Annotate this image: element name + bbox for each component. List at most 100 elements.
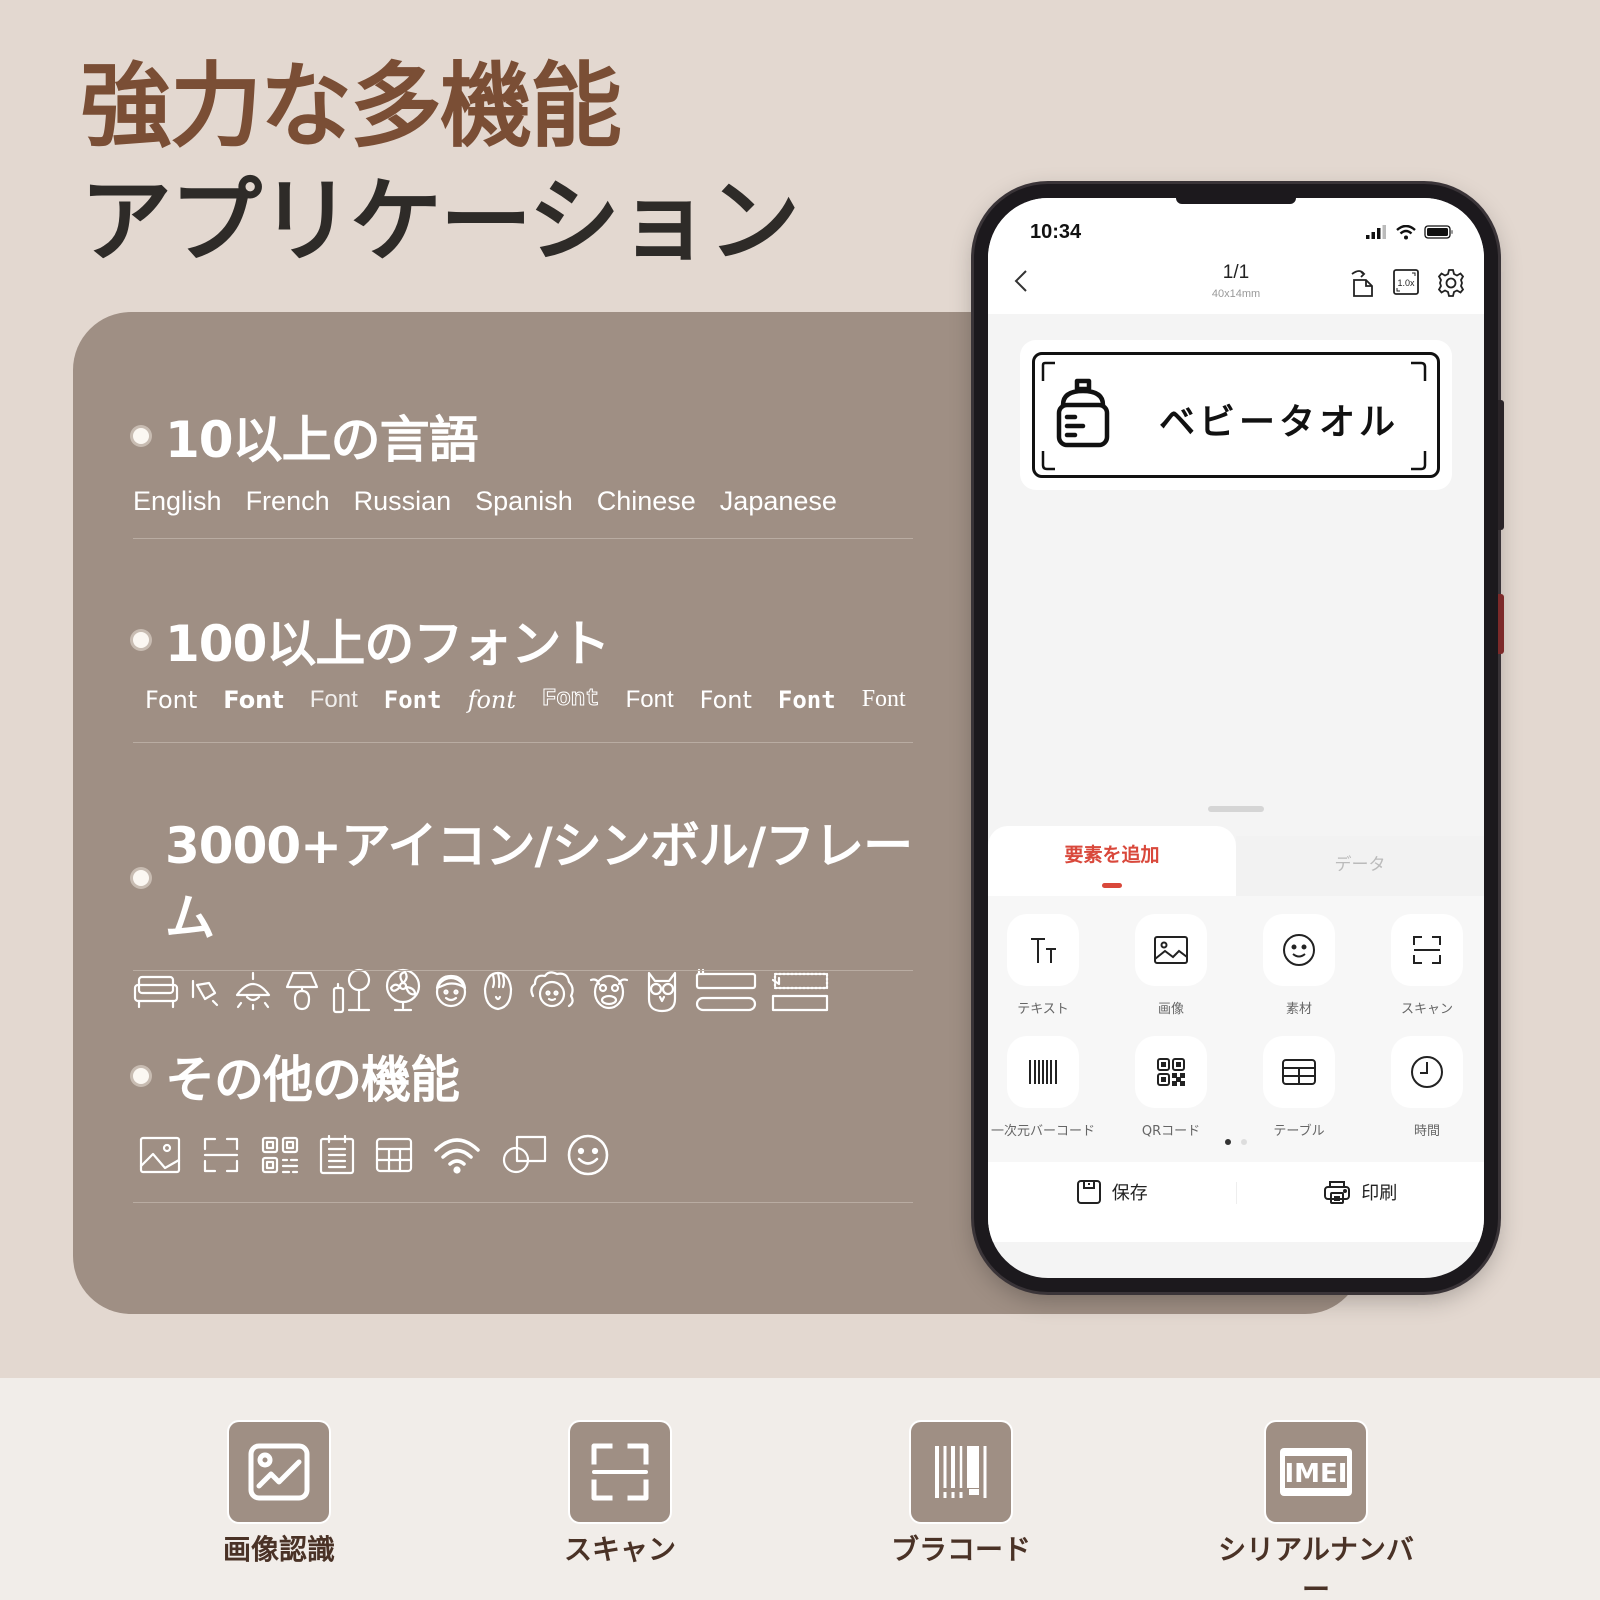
font-sample: Font [625, 686, 674, 713]
imei-text: IMEI [1285, 1459, 1348, 1489]
imei-icon: IMEI [1280, 1448, 1352, 1496]
feature-other: その他の機能 [133, 1040, 913, 1203]
feature-label: スキャン [563, 1533, 676, 1566]
other-icon-list [139, 1134, 913, 1176]
zoom-icon[interactable]: 1.0x [1392, 268, 1420, 296]
tool-text[interactable]: テキスト [988, 914, 1098, 1017]
font-sample: Font [777, 686, 836, 714]
font-sample: Font [145, 686, 198, 714]
tool-qr-code[interactable]: QRコード [1116, 1036, 1226, 1139]
font-sample: Font [861, 686, 906, 712]
image-recognition-icon [248, 1443, 310, 1501]
icon-sample-list [133, 968, 933, 1014]
feature-title: 3000+アイコン/シンボル/フレーム [165, 817, 913, 947]
font-sample: Font [383, 686, 442, 714]
tool-label: QRコード [1141, 1124, 1201, 1139]
page-dot[interactable] [1241, 1139, 1247, 1145]
language-item: English [133, 486, 222, 516]
label-text: ベビータオル [1159, 402, 1400, 443]
sheet-drag-handle[interactable] [1208, 806, 1264, 812]
save-button[interactable]: 保存 [988, 1162, 1236, 1242]
owl-icon [647, 971, 677, 1013]
table-icon [375, 1137, 413, 1173]
tool-table[interactable]: テーブル [1244, 1036, 1354, 1139]
smiley-icon [567, 1134, 609, 1176]
feature-label: シリアルナンバー [1218, 1533, 1414, 1600]
print-button[interactable]: 印刷 [1237, 1162, 1485, 1242]
smiley-icon [1283, 934, 1315, 966]
headline: 強力な多機能 アプリケーション [80, 52, 800, 282]
table-lamp-icon [285, 971, 319, 1011]
scan-icon [591, 1443, 649, 1501]
settings-gear-icon[interactable] [1436, 268, 1466, 298]
feature-barcode: ブラコード [851, 1422, 1071, 1568]
qr-code-icon [261, 1136, 299, 1174]
bullet-icon [133, 428, 149, 444]
headline-line-1: 強力な多機能 [80, 53, 622, 160]
divider [133, 970, 913, 971]
font-sample-list: Font Font Font Font font Font Font Font … [145, 686, 913, 715]
feature-title: 100以上のフォント [165, 615, 610, 673]
image-icon [1154, 936, 1188, 964]
tool-material[interactable]: 素材 [1244, 914, 1354, 1017]
text-icon [1031, 938, 1056, 963]
feature-serial-number: IMEI シリアルナンバー [1206, 1422, 1426, 1600]
fan-icon [385, 968, 421, 1012]
tool-label: 画像 [1157, 1002, 1184, 1017]
font-sample: font [467, 686, 516, 714]
speaker-notch [1176, 198, 1296, 204]
baby-bottle-icon [1056, 378, 1110, 448]
page-dots [1225, 1139, 1247, 1145]
tool-barcode[interactable]: 一次元バーコード [988, 1036, 1098, 1139]
font-sample: Font [542, 686, 601, 714]
scan-icon [1413, 936, 1441, 964]
feature-image-recognition: 画像認識 [169, 1422, 389, 1568]
bottom-action-bar: 保存 印刷 [988, 1162, 1484, 1242]
man-face-icon [483, 971, 513, 1011]
rotate-icon[interactable] [1348, 268, 1376, 298]
frame-banner-icon [695, 968, 757, 1012]
label-preview[interactable]: ベビータオル [1020, 340, 1452, 490]
scan-icon [203, 1137, 239, 1173]
tab-add-element[interactable]: 要素を追加 [988, 826, 1236, 896]
clock-icon [1411, 1056, 1443, 1088]
battery-icon [1424, 225, 1453, 239]
language-item: Japanese [719, 486, 837, 516]
bottom-sheet-tabs: 要素を追加 データ [988, 826, 1484, 896]
wifi-status-icon [1396, 224, 1416, 239]
tool-time[interactable]: 時間 [1372, 1036, 1482, 1139]
tab-label: データ [1334, 855, 1386, 875]
status-bar: 10:34 [988, 198, 1484, 252]
side-key [1498, 594, 1504, 654]
language-item: Chinese [596, 486, 696, 516]
tool-label: 素材 [1285, 1002, 1312, 1017]
floor-lamp-icon [332, 968, 371, 1014]
bottom-feature-band: 画像認識 スキャン ブラコード IMEI シリアルナンバー [0, 1378, 1600, 1600]
tab-data[interactable]: データ [1236, 836, 1484, 896]
bullet-icon [133, 870, 149, 886]
divider [133, 742, 913, 743]
curly-hair-face-icon [530, 971, 574, 1008]
feature-label: ブラコード [890, 1533, 1031, 1566]
print-label: 印刷 [1361, 1183, 1398, 1204]
save-icon [1076, 1180, 1101, 1204]
page-dot-active[interactable] [1225, 1139, 1231, 1145]
tool-label: テキスト [1017, 1002, 1069, 1017]
divider [133, 538, 913, 539]
feature-fonts: 100以上のフォント Font Font Font Font font Font… [133, 604, 913, 743]
shapes-icon [502, 1135, 547, 1174]
frame-label-icon [771, 972, 829, 1012]
barcode-icon [935, 1446, 987, 1498]
label-frame: ベビータオル [1032, 352, 1440, 478]
table-icon [1282, 1059, 1316, 1085]
language-item: Spanish [475, 486, 573, 516]
language-item: French [245, 486, 330, 516]
font-sample: Font [223, 686, 284, 714]
save-label: 保存 [1111, 1183, 1148, 1204]
notepad-icon [319, 1135, 355, 1175]
tool-image[interactable]: 画像 [1116, 914, 1226, 1017]
app-screen: 10:34 1/1 40x14mm 1.0x ベビータオル 要素を追加 データ … [988, 198, 1484, 1278]
bullet-icon [133, 1068, 149, 1084]
tool-scan[interactable]: スキャン [1372, 914, 1482, 1017]
barcode-icon [1029, 1060, 1057, 1084]
